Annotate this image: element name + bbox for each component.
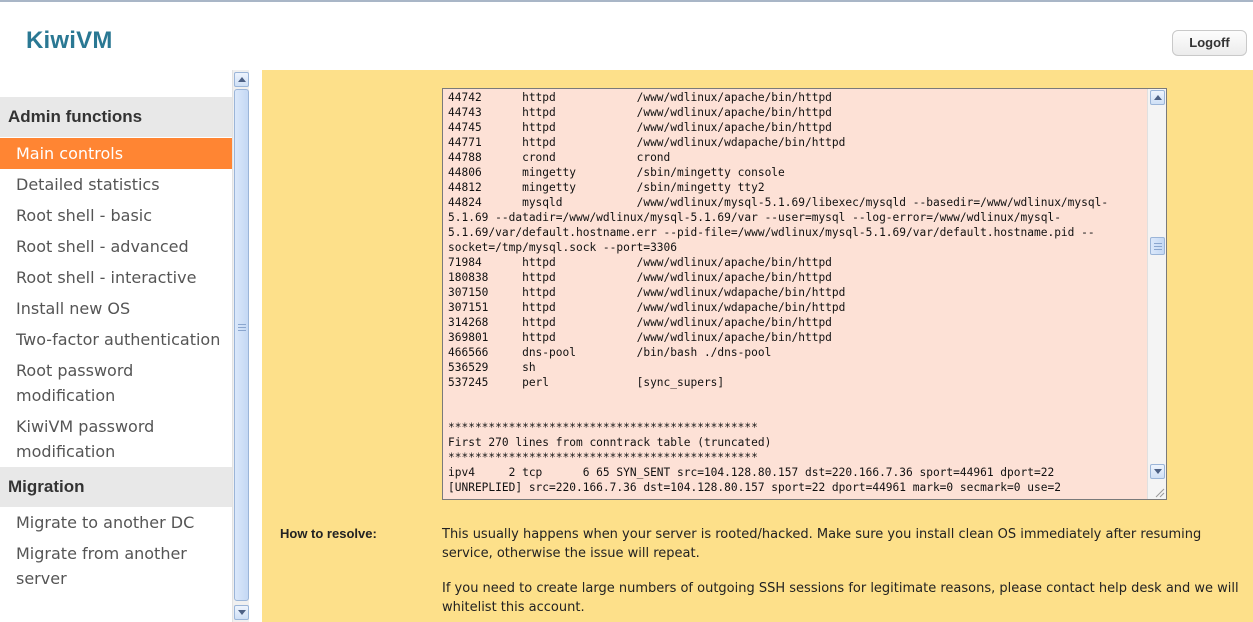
- scroll-down-button[interactable]: [234, 605, 249, 620]
- log-line: 44771 httpd /www/wdlinux/wdapache/bin/ht…: [448, 136, 846, 149]
- sidebar-scrollbar[interactable]: [232, 70, 249, 622]
- sidebar-item-two-factor-authentication[interactable]: Two-factor authentication: [0, 324, 232, 355]
- log-line: 5.1.69/var/default.hostname.err --pid-fi…: [448, 226, 1095, 239]
- grip-line: [1154, 243, 1162, 244]
- log-line: 71984 httpd /www/wdlinux/apache/bin/http…: [448, 256, 832, 269]
- sidebar: Admin functions Main controls Detailed s…: [0, 70, 232, 622]
- log-line: 44742 httpd /www/wdlinux/apache/bin/http…: [448, 91, 832, 104]
- log-line: 537245 perl [sync_supers]: [448, 376, 725, 389]
- sidebar-item-migrate-to-another-dc[interactable]: Migrate to another DC: [0, 507, 232, 538]
- log-scrollbar[interactable]: [1147, 89, 1166, 499]
- process-log-textarea[interactable]: 44742 httpd /www/wdlinux/apache/bin/http…: [442, 88, 1167, 500]
- log-line: 44788 crond crond: [448, 151, 671, 164]
- log-line: 314268 httpd /www/wdlinux/apache/bin/htt…: [448, 316, 832, 329]
- log-line: 307151 httpd /www/wdlinux/wdapache/bin/h…: [448, 301, 846, 314]
- sidebar-item-root-shell-basic[interactable]: Root shell - basic: [0, 200, 232, 231]
- log-line: socket=/tmp/mysql.sock --port=3306: [448, 241, 678, 254]
- resolve-text-rooted: This usually happens when your server is…: [442, 527, 1202, 561]
- process-log-text: 44742 httpd /www/wdlinux/apache/bin/http…: [448, 90, 1143, 495]
- log-line: 466566 dns-pool /bin/bash ./dns-pool: [448, 346, 772, 359]
- resolve-label: How to resolve:: [280, 526, 377, 541]
- section-migration: Migration: [0, 467, 232, 507]
- log-line: 369801 httpd /www/wdlinux/apache/bin/htt…: [448, 331, 832, 344]
- section-admin-functions: Admin functions: [0, 97, 232, 137]
- log-line: 44743 httpd /www/wdlinux/apache/bin/http…: [448, 106, 832, 119]
- grip-line: [1154, 249, 1162, 250]
- log-line: 5.1.69 --datadir=/www/wdlinux/mysql-5.1.…: [448, 211, 1061, 224]
- logoff-button[interactable]: Logoff: [1172, 30, 1247, 56]
- sidebar-item-root-shell-advanced[interactable]: Root shell - advanced: [0, 231, 232, 262]
- scroll-up-button[interactable]: [234, 72, 249, 87]
- log-line: 536529 sh: [448, 361, 536, 374]
- log-line: [UNREPLIED] src=220.166.7.36 dst=104.128…: [448, 481, 1061, 494]
- log-scrollbar-thumb[interactable]: [1150, 237, 1165, 255]
- log-line: 44824 mysqld /www/wdlinux/mysql-5.1.69/l…: [448, 196, 1109, 209]
- sidebar-item-kiwivm-password-modification[interactable]: KiwiVM password modification: [0, 411, 232, 467]
- resolve-text-whitelist: If you need to create large numbers of o…: [442, 581, 1239, 615]
- chevron-down-icon: [1154, 469, 1162, 474]
- log-line: ****************************************…: [448, 421, 758, 434]
- sidebar-item-main-controls[interactable]: Main controls: [0, 138, 232, 169]
- log-line: ipv4 2 tcp 6 65 SYN_SENT src=104.128.80.…: [448, 466, 1055, 479]
- header: KiwiVM Logoff: [0, 2, 1253, 70]
- log-scroll-down-button[interactable]: [1150, 464, 1165, 479]
- log-line: 307150 httpd /www/wdlinux/wdapache/bin/h…: [448, 286, 846, 299]
- resize-handle-icon[interactable]: [1153, 486, 1165, 498]
- log-line: ****************************************…: [448, 451, 758, 464]
- log-line: 44806 mingetty /sbin/mingetty console: [448, 166, 785, 179]
- logo[interactable]: KiwiVM: [26, 27, 113, 55]
- grip-line: [238, 327, 246, 328]
- log-scroll-up-button[interactable]: [1150, 90, 1165, 105]
- sidebar-menu: Admin functions Main controls Detailed s…: [0, 97, 232, 594]
- scrollbar-thumb[interactable]: [234, 89, 249, 601]
- sidebar-item-root-password-modification[interactable]: Root password modification: [0, 355, 232, 411]
- chevron-up-icon: [1154, 95, 1162, 100]
- sidebar-item-detailed-statistics[interactable]: Detailed statistics: [0, 169, 232, 200]
- log-line: 180838 httpd /www/wdlinux/apache/bin/htt…: [448, 271, 832, 284]
- grip-line: [238, 324, 246, 325]
- sidebar-item-root-shell-interactive[interactable]: Root shell - interactive: [0, 262, 232, 293]
- log-line: First 270 lines from conntrack table (tr…: [448, 436, 772, 449]
- log-line: 44745 httpd /www/wdlinux/apache/bin/http…: [448, 121, 832, 134]
- chevron-up-icon: [238, 77, 246, 82]
- grip-line: [1154, 246, 1162, 247]
- chevron-down-icon: [238, 610, 246, 615]
- sidebar-item-migrate-from-another-server[interactable]: Migrate from another server: [0, 538, 232, 594]
- grip-line: [238, 330, 246, 331]
- log-line: 44812 mingetty /sbin/mingetty tty2: [448, 181, 765, 194]
- sidebar-item-install-new-os[interactable]: Install new OS: [0, 293, 232, 324]
